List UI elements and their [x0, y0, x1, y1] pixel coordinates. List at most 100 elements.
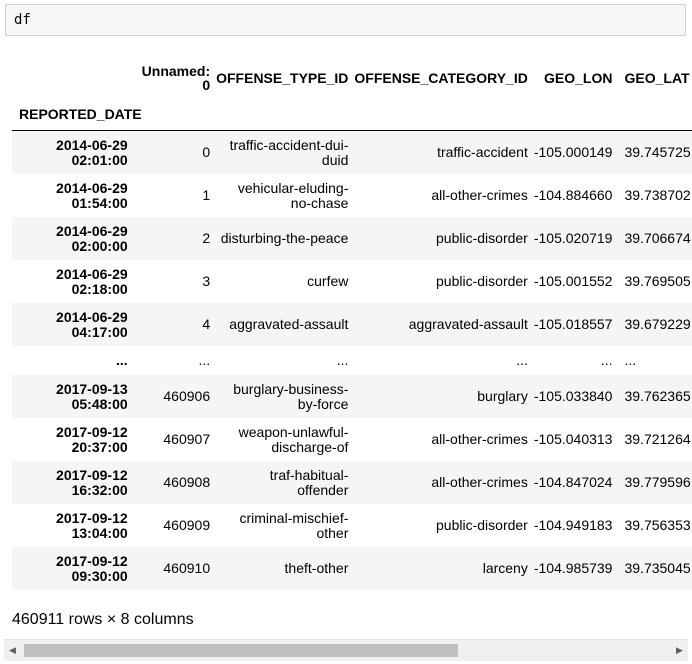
header-spacer — [618, 98, 692, 131]
table-cell: -104.847024 — [533, 474, 613, 490]
dataframe-table: Unnamed: 0 OFFENSE_TYPE_ID OFFENSE_CATEG… — [12, 58, 692, 590]
table-cell: 460909 — [163, 517, 211, 533]
table-cell: 460906 — [163, 388, 211, 404]
header-spacer — [216, 98, 354, 131]
table-cell: 4 — [202, 316, 211, 332]
row-index: 2014-06-29 02:00:00 — [12, 217, 142, 260]
table-cell: 460910 — [163, 560, 211, 576]
table-cell: 39.745725 — [624, 144, 691, 160]
table-cell: 39.779596 — [624, 474, 691, 490]
table-cell: 39.769505 — [624, 273, 691, 289]
table-cell: traf-habitual-offender — [269, 466, 349, 498]
row-index-part: 09:30:00 — [71, 567, 128, 584]
table-cell: ... — [336, 352, 349, 368]
code-cell-input[interactable]: df — [5, 4, 686, 36]
code-text: df — [14, 12, 31, 28]
table-cell: all-other-crimes — [431, 474, 528, 490]
row-index: 2017-09-12 16:32:00 — [12, 461, 142, 504]
row-index-part: 05:48:00 — [71, 395, 128, 412]
scroll-right-arrow-icon[interactable]: ▶ — [671, 640, 688, 661]
table-cell: 0 — [202, 144, 211, 160]
ellipsis-row: .................. — [12, 346, 692, 375]
table-cell: 39.762365 — [624, 388, 691, 404]
row-index-part: ... — [115, 352, 128, 368]
table-row: 2017-09-12 16:32:00 460908 traf-habitual-of… — [12, 461, 692, 504]
table-cell: 39.706674 — [624, 230, 691, 246]
row-index-part: 2017-09-12 — [56, 552, 128, 569]
row-index-part: 2014-06-29 — [56, 265, 128, 282]
table-cell: -105.040313 — [533, 431, 613, 447]
table-cell: larceny — [482, 560, 528, 576]
table-cell: burglary-business-by-force — [233, 380, 349, 412]
table-row: 2014-06-29 02:18:00 3 curfew public-disorder… — [12, 260, 692, 303]
table-cell: aggravated-assault — [229, 316, 349, 332]
table-body: 2014-06-29 02:01:00 0 traffic-accident-dui-… — [12, 130, 692, 590]
table-cell: ... — [624, 352, 637, 368]
table-cell: aggravated-assault — [408, 316, 528, 332]
dataframe-output: Unnamed: 0 OFFENSE_TYPE_ID OFFENSE_CATEG… — [12, 58, 692, 618]
row-index-part: 01:54:00 — [71, 194, 128, 211]
table-cell: -105.000149 — [533, 144, 613, 160]
table-cell: -104.985739 — [533, 560, 613, 576]
row-index-part: 20:37:00 — [71, 438, 128, 455]
table-cell: 39.738702 — [624, 187, 691, 203]
table-cell: 39.735045 — [624, 560, 691, 576]
row-index-part: 2014-06-29 — [56, 136, 128, 153]
table-cell: weapon-unlawful-discharge-of — [238, 423, 349, 455]
table-row: 2014-06-29 04:17:00 4 aggravated-assault agg… — [12, 303, 692, 346]
table-cell: disturbing-the-peace — [220, 230, 349, 246]
column-header: Unnamed: 0 — [141, 63, 211, 93]
table-cell: -105.033840 — [533, 388, 613, 404]
index-name: REPORTED_DATE — [19, 106, 142, 122]
scrollbar-thumb[interactable] — [24, 644, 458, 657]
header-spacer — [354, 98, 533, 131]
column-header: OFFENSE_CATEGORY_ID — [354, 70, 528, 86]
row-index-part: 2017-09-12 — [56, 423, 128, 440]
table-row: 2017-09-12 20:37:00 460907 weapon-unlawful-… — [12, 418, 692, 461]
table-cell: 39.679229 — [624, 316, 691, 332]
row-index-part: 2017-09-12 — [56, 509, 128, 526]
table-cell: 2 — [202, 230, 211, 246]
row-index: 2017-09-12 20:37:00 — [12, 418, 142, 461]
row-index: 2014-06-29 02:18:00 — [12, 260, 142, 303]
scroll-left-arrow-icon[interactable]: ◀ — [4, 640, 21, 661]
column-header-row: Unnamed: 0 OFFENSE_TYPE_ID OFFENSE_CATEG… — [12, 58, 692, 98]
table-cell: 460907 — [163, 431, 211, 447]
header-spacer — [142, 98, 216, 131]
table-row: 2014-06-29 02:00:00 2 disturbing-the-peace p… — [12, 217, 692, 260]
table-cell: public-disorder — [436, 230, 528, 246]
table-cell: ... — [600, 352, 613, 368]
table-cell: 39.721264 — [624, 431, 691, 447]
table-cell: 460908 — [163, 474, 211, 490]
column-header: GEO_LON — [544, 70, 613, 86]
row-index: 2014-06-29 02:01:00 — [12, 131, 142, 175]
table-cell: -104.949183 — [533, 517, 613, 533]
table-row: 2017-09-12 09:30:00 460910 theft-other larce… — [12, 547, 692, 590]
table-row: 2014-06-29 02:01:00 0 traffic-accident-dui-… — [12, 130, 692, 175]
table-cell: public-disorder — [436, 273, 528, 289]
row-index-part: 04:17:00 — [71, 323, 128, 340]
row-index: 2017-09-12 13:04:00 — [12, 504, 142, 547]
table-cell: all-other-crimes — [431, 431, 528, 447]
table-cell: -105.018557 — [533, 316, 613, 332]
table-row: 2014-06-29 01:54:00 1 vehicular-eluding-no-… — [12, 174, 692, 217]
table-cell: traffic-accident — [437, 144, 528, 160]
row-index-part: 02:01:00 — [71, 151, 128, 168]
table-cell: -105.020719 — [533, 230, 613, 246]
row-index: 2017-09-13 05:48:00 — [12, 375, 142, 418]
table-cell: -104.884660 — [533, 187, 613, 203]
row-index-part: 13:04:00 — [71, 524, 128, 541]
table-cell: 39.756353 — [624, 517, 691, 533]
column-header: GEO_LAT — [624, 70, 690, 86]
table-cell: theft-other — [284, 560, 349, 576]
table-cell: curfew — [307, 273, 349, 289]
table-cell: 1 — [202, 187, 211, 203]
row-index: 2017-09-12 09:30:00 — [12, 547, 142, 590]
table-cell: burglary — [477, 388, 528, 404]
horizontal-scrollbar[interactable]: ◀ ▶ — [4, 639, 688, 661]
table-cell: all-other-crimes — [431, 187, 528, 203]
table-cell: traffic-accident-dui-duid — [229, 136, 349, 168]
table-cell: public-disorder — [436, 517, 528, 533]
row-index-part: 2017-09-13 — [56, 380, 128, 397]
row-index-part: 02:18:00 — [71, 280, 128, 297]
